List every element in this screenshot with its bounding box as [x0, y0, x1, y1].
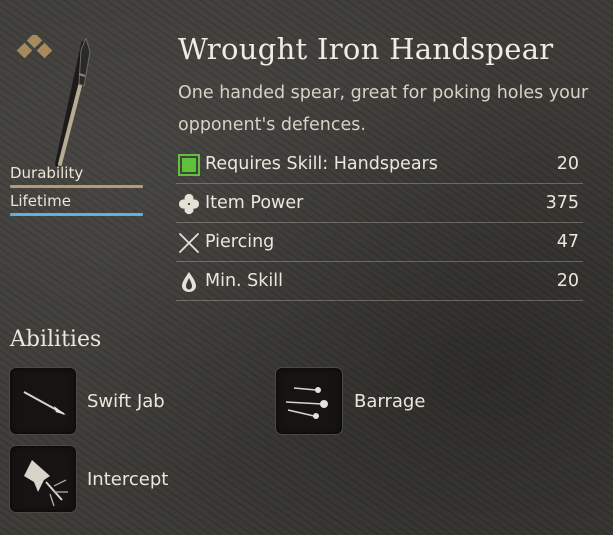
item-description: One handed spear, great for poking holes…: [178, 83, 589, 135]
lifetime-bar: [10, 213, 143, 216]
stat-label: Piercing: [205, 232, 275, 252]
ability-label-swift-jab: Swift Jab: [87, 391, 165, 412]
ability-label-intercept: Intercept: [87, 469, 169, 490]
crossed-swords-icon: [178, 232, 200, 254]
stat-row-piercing: Piercing 47: [176, 222, 583, 262]
stat-row-skill-requirement: Requires Skill: Handspears 20: [176, 144, 583, 184]
clover-icon: [178, 193, 200, 215]
stat-value: 47: [556, 232, 579, 252]
stat-row-item-power: Item Power 375: [176, 183, 583, 223]
intercept-icon[interactable]: [9, 445, 77, 513]
stat-value: 375: [545, 193, 579, 213]
abilities-heading: Abilities: [10, 327, 102, 352]
stat-value: 20: [556, 271, 579, 291]
ability-label-barrage: Barrage: [354, 391, 426, 412]
item-title: Wrought Iron Handspear: [178, 32, 554, 66]
stat-label: Item Power: [205, 193, 304, 213]
durability-label: Durability: [10, 164, 84, 182]
stat-label: Min. Skill: [205, 271, 284, 291]
drop-icon: [178, 271, 200, 293]
skill-requirement-icon: [178, 154, 200, 176]
barrage-icon[interactable]: [275, 367, 343, 435]
lifetime-label: Lifetime: [10, 192, 71, 210]
stat-row-min-skill: Min. Skill 20: [176, 261, 583, 301]
handspear-image: [48, 36, 98, 170]
swift-jab-icon[interactable]: [9, 367, 77, 435]
stat-label: Requires Skill: Handspears: [205, 154, 438, 174]
durability-bar: [10, 185, 143, 188]
stat-value: 20: [556, 154, 579, 174]
